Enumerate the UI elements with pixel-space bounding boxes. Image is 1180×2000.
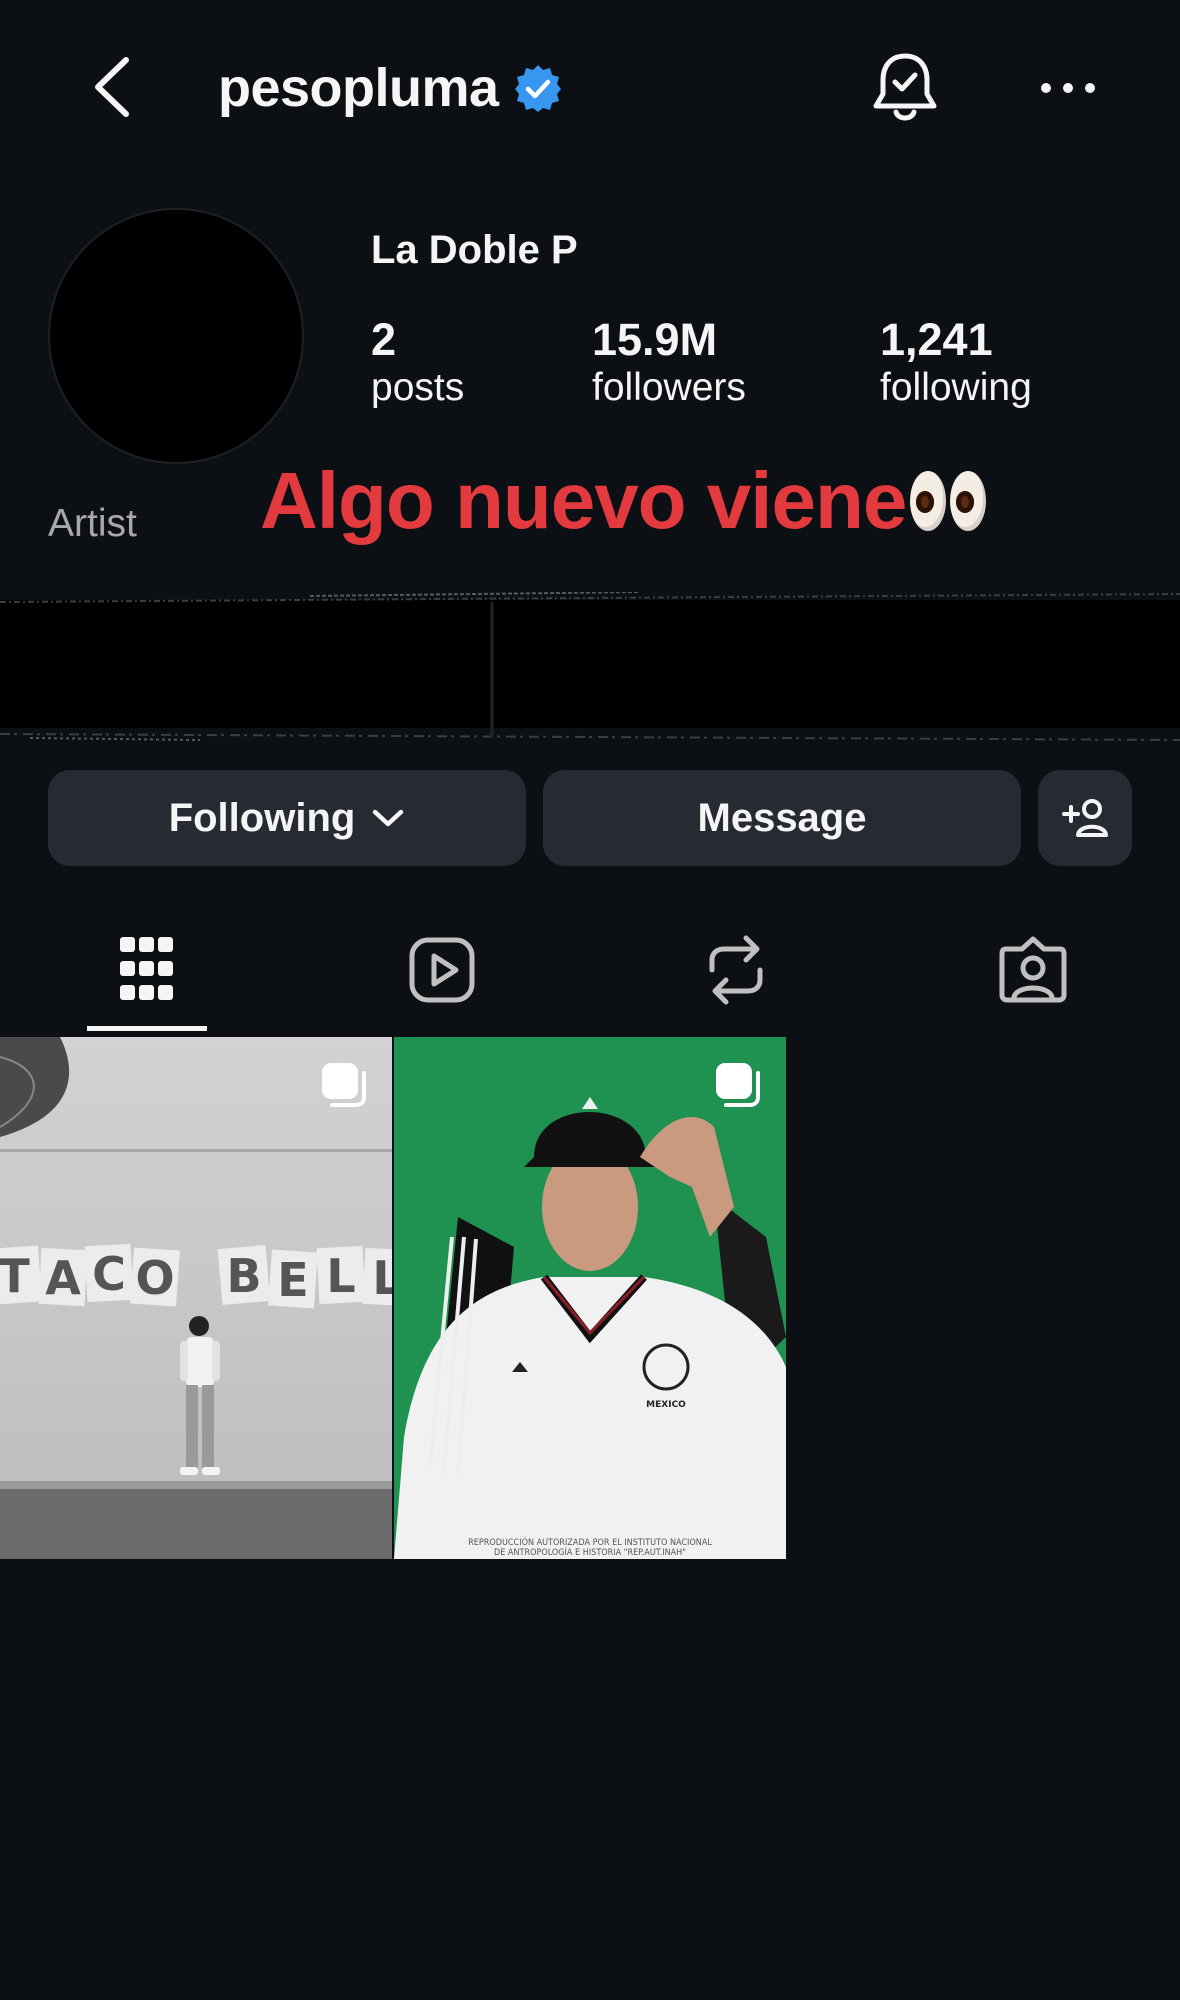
back-button[interactable]	[82, 52, 142, 122]
carousel-icon	[716, 1063, 760, 1107]
notifications-button[interactable]	[868, 50, 942, 128]
svg-text:L: L	[372, 1251, 392, 1305]
svg-text:C: C	[92, 1247, 126, 1301]
grid-post[interactable]: MEXICO REPRODUCCIÓN AUTORIZADA POR EL IN…	[394, 1037, 786, 1559]
stat-followers-label: followers	[592, 365, 746, 409]
reels-icon	[409, 937, 475, 1003]
svg-text:B: B	[226, 1249, 261, 1303]
username: pesopluma	[218, 58, 499, 118]
message-button[interactable]: Message	[543, 770, 1021, 866]
display-name: La Doble P	[371, 228, 578, 272]
svg-text:T: T	[0, 1249, 30, 1303]
post-image-taco-bell: T A C O B E L L	[0, 1037, 392, 1559]
add-person-icon	[1062, 799, 1108, 837]
jersey-crest-text: MEXICO	[646, 1400, 686, 1410]
tab-reposts[interactable]	[676, 920, 796, 1020]
stat-following-label: following	[880, 365, 1032, 409]
svg-text:O: O	[135, 1251, 174, 1305]
stat-followers-value: 15.9M	[592, 314, 718, 365]
message-button-label: Message	[697, 795, 867, 840]
chevron-down-icon	[373, 809, 404, 827]
back-arrow-icon	[95, 57, 129, 117]
verified-badge-icon	[514, 65, 561, 112]
overlay-caption: Algo nuevo viene	[260, 455, 990, 547]
profile-category: Artist	[48, 502, 137, 545]
stat-following-value: 1,241	[880, 314, 993, 365]
repost-icon	[709, 935, 763, 1005]
svg-text:E: E	[277, 1253, 308, 1307]
stat-followers[interactable]: 15.9M followers	[592, 314, 746, 409]
post-caption-line-1: REPRODUCCIÓN AUTORIZADA POR EL INSTITUTO…	[468, 1536, 712, 1548]
profile-username-header: pesopluma	[218, 52, 563, 124]
active-tab-indicator	[87, 1026, 207, 1031]
suggested-users-button[interactable]	[1038, 770, 1132, 866]
stat-posts-value: 2	[371, 314, 397, 365]
svg-text:A: A	[45, 1251, 81, 1305]
following-button[interactable]: Following	[48, 770, 526, 866]
stat-posts: 2 posts	[371, 314, 465, 409]
tab-grid[interactable]	[87, 920, 207, 1020]
following-button-label: Following	[168, 795, 356, 840]
eyes-emoji-icon	[910, 471, 990, 531]
post-caption-line-2: DE ANTROPOLOGÍA E HISTORIA "REP.AUT.INAH…	[494, 1546, 686, 1558]
carousel-icon	[322, 1063, 366, 1107]
svg-text:L: L	[326, 1249, 355, 1303]
notification-bell-icon	[873, 53, 937, 121]
stat-posts-label: posts	[371, 365, 465, 409]
grid-icon	[120, 937, 173, 1000]
tab-tagged[interactable]	[973, 920, 1093, 1020]
avatar[interactable]	[48, 208, 304, 464]
post-image-jersey: MEXICO REPRODUCCIÓN AUTORIZADA POR EL IN…	[394, 1037, 786, 1559]
more-options-button[interactable]	[1036, 66, 1100, 110]
tagged-icon	[999, 936, 1067, 1003]
tab-reels[interactable]	[382, 920, 502, 1020]
more-options-icon	[1041, 83, 1095, 93]
stat-following[interactable]: 1,241 following	[880, 314, 1032, 409]
grid-post[interactable]: T A C O B E L L	[0, 1037, 392, 1559]
redacted-bio	[0, 592, 1180, 741]
overlay-caption-text: Algo nuevo viene	[260, 456, 907, 545]
